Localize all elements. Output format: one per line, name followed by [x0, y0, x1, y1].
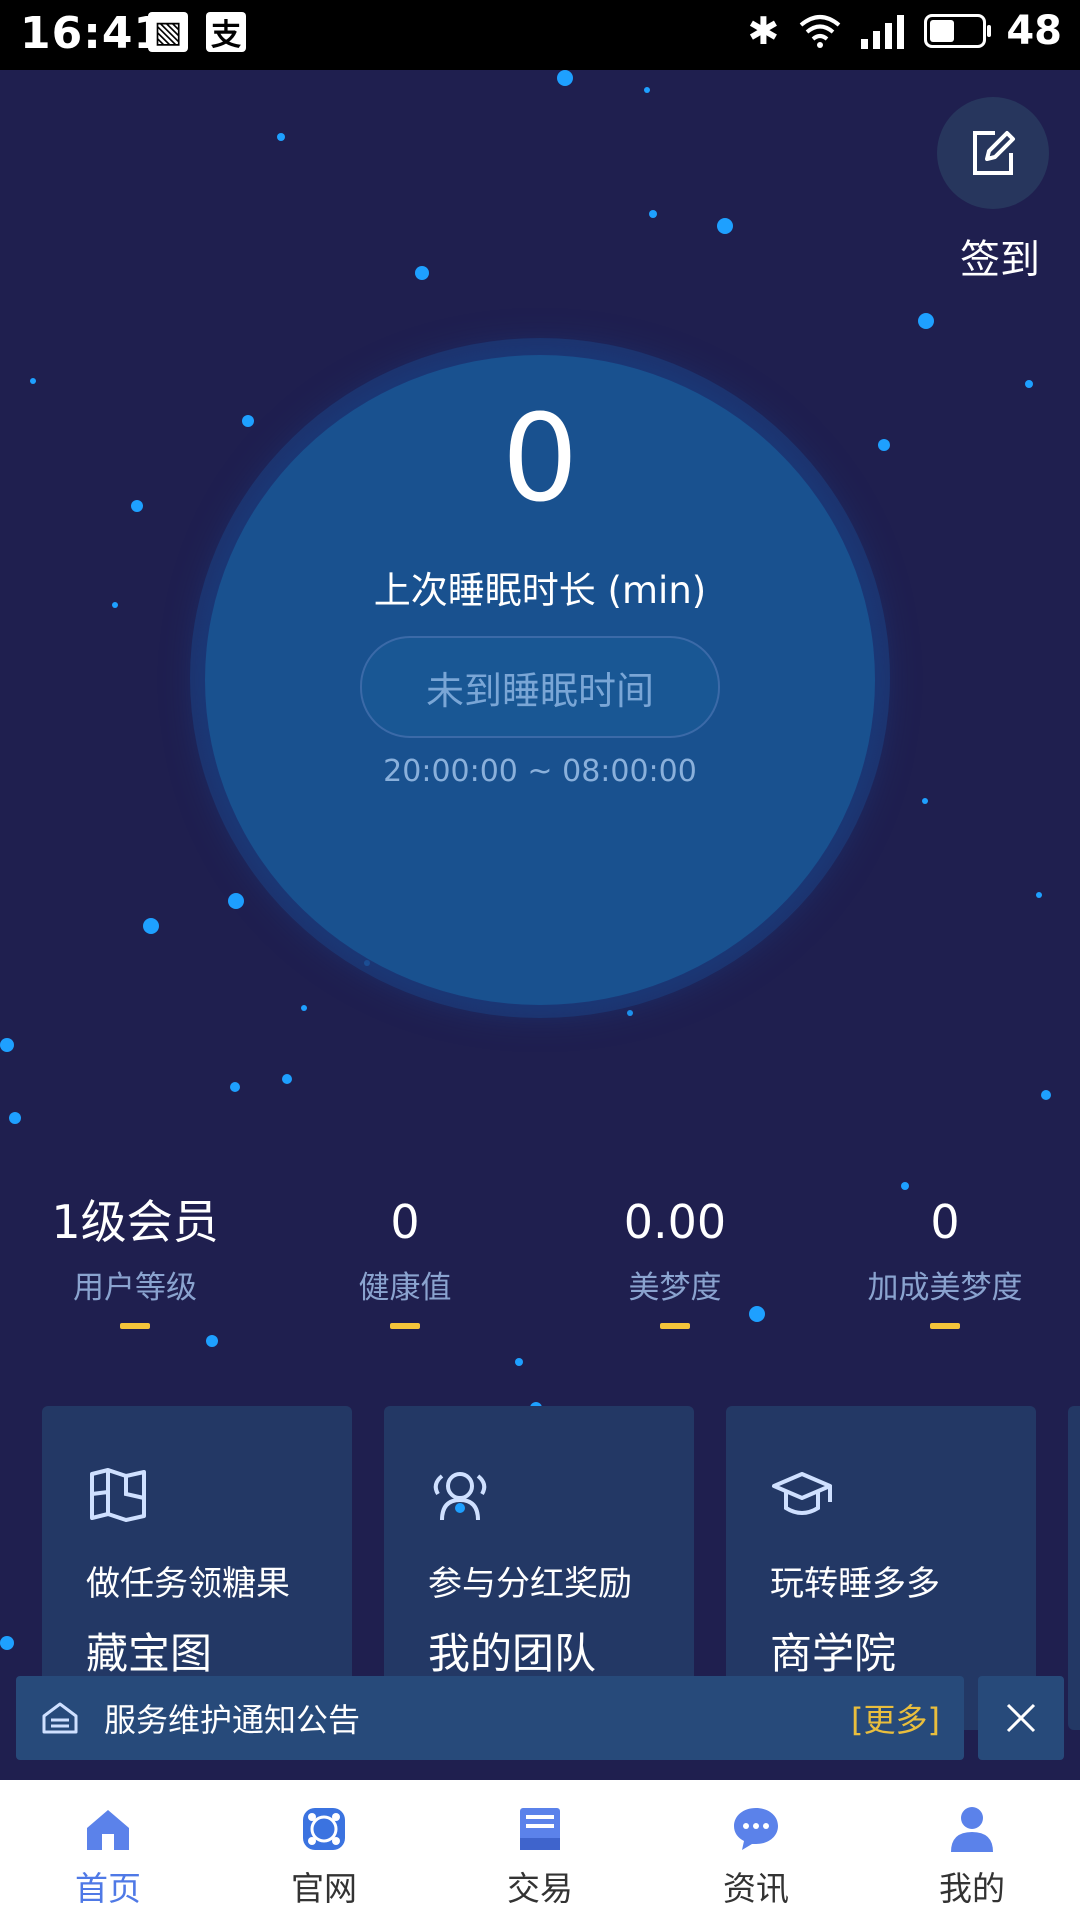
tab-label: 我的 [939, 1869, 1005, 1908]
stat-value: 0 [390, 1195, 420, 1249]
status-right: ✱ 48 [747, 8, 1062, 54]
stat-bonus-dream-degree[interactable]: 0 加成美梦度 [810, 1192, 1080, 1329]
stat-value: 1级会员 [51, 1195, 219, 1249]
star-dot [1025, 380, 1033, 388]
star-dot [922, 798, 928, 804]
tab-news[interactable]: 资讯 [648, 1780, 864, 1920]
stat-label: 美梦度 [628, 1270, 722, 1306]
stat-health[interactable]: 0 健康值 [270, 1192, 540, 1329]
sleep-status-button[interactable]: 未到睡眠时间 [360, 636, 720, 738]
stat-dream-degree[interactable]: 0.00 美梦度 [540, 1192, 810, 1329]
alipay-notification-icon: 支 [206, 12, 246, 53]
star-dot [649, 210, 657, 218]
star-dot [9, 1112, 21, 1124]
battery-level: 48 [1006, 8, 1062, 54]
stat-label: 加成美梦度 [867, 1270, 1023, 1306]
status-bar: 16:41 ▧ 支 ✱ 48 [0, 0, 1080, 70]
notice-more-link[interactable]: [更多] [851, 1695, 940, 1741]
checkin-label[interactable]: 签到 [945, 227, 1055, 285]
star-dot [901, 1182, 909, 1190]
notice-text: 服务维护通知公告 [104, 1701, 361, 1739]
globe-icon [303, 1808, 345, 1850]
team-icon [433, 1472, 487, 1521]
card-title: 我的团队 [428, 1629, 597, 1678]
star-dot [143, 918, 159, 934]
card-subtitle: 参与分红奖励 [428, 1564, 632, 1604]
stat-label: 用户等级 [73, 1270, 197, 1306]
stat-label: 健康值 [358, 1270, 452, 1306]
star-dot [230, 1082, 240, 1092]
star-dot [627, 1010, 633, 1016]
star-dot [228, 893, 244, 909]
card-subtitle: 做任务领糖果 [86, 1564, 290, 1604]
gallery-notification-icon: ▧ [148, 12, 188, 52]
stat-indicator [120, 1323, 150, 1329]
home-icon [87, 1810, 129, 1850]
wifi-icon [800, 15, 841, 48]
checkin-button[interactable] [937, 97, 1049, 209]
chat-icon [734, 1808, 778, 1850]
notice-bar[interactable]: 服务维护通知公告 [更多] [16, 1676, 964, 1760]
tab-label: 资讯 [723, 1869, 789, 1908]
tab-mine[interactable]: 我的 [864, 1780, 1080, 1920]
stat-user-level[interactable]: 1级会员 用户等级 [0, 1192, 270, 1329]
battery-icon [924, 14, 992, 48]
star-dot [282, 1074, 292, 1084]
card-title: 商学院 [770, 1629, 897, 1678]
bluetooth-icon: ✱ [747, 9, 780, 53]
user-icon [951, 1807, 993, 1852]
cell-signal-icon [861, 13, 905, 49]
stat-value: 0.00 [623, 1195, 727, 1249]
bottom-tab-bar: 首页 官网 交易 资讯 我的 [0, 1780, 1080, 1920]
user-stats: 1级会员 用户等级 0 健康值 0.00 美梦度 0 加成美梦度 [0, 1192, 1080, 1329]
stat-value: 0 [930, 1195, 960, 1249]
star-dot [918, 313, 934, 329]
stat-indicator [660, 1323, 690, 1329]
status-time: 16:41 [20, 8, 166, 59]
sleep-duration-value: 0 [501, 390, 579, 529]
star-dot [717, 218, 733, 234]
star-dot [644, 87, 650, 93]
star-dot [277, 133, 285, 141]
card-next-peek[interactable] [1068, 1406, 1080, 1730]
star-dot [0, 1636, 14, 1650]
tab-official-site[interactable]: 官网 [216, 1780, 432, 1920]
tab-label: 交易 [507, 1869, 573, 1908]
star-dot [206, 1335, 218, 1347]
notice-icon [42, 1702, 78, 1734]
star-dot [1041, 1090, 1051, 1100]
card-subtitle: 玩转睡多多 [770, 1564, 940, 1604]
card-title: 藏宝图 [86, 1629, 213, 1678]
stat-indicator [930, 1323, 960, 1329]
tab-trade[interactable]: 交易 [432, 1780, 648, 1920]
star-dot [0, 1038, 14, 1052]
tab-home[interactable]: 首页 [0, 1780, 216, 1920]
status-notification-icons: ▧ 支 [148, 12, 246, 53]
trade-icon [520, 1808, 560, 1850]
stat-indicator [390, 1323, 420, 1329]
sleep-time-range: 20:00:00 ~ 08:00:00 [383, 754, 697, 789]
star-dot [1036, 892, 1042, 898]
star-dot [557, 70, 573, 86]
tab-label: 首页 [75, 1869, 141, 1908]
star-dot [415, 266, 429, 280]
graduation-cap-icon [772, 1472, 832, 1515]
tab-label: 官网 [291, 1869, 357, 1908]
star-dot [301, 1005, 307, 1011]
star-dot [30, 378, 36, 384]
notice-close-button[interactable] [978, 1676, 1064, 1760]
edit-icon [973, 131, 1015, 175]
close-icon [1006, 1703, 1036, 1733]
sleep-duration-label: 上次睡眠时长 (min) [373, 569, 707, 612]
map-icon [90, 1468, 146, 1522]
star-dot [515, 1358, 523, 1366]
